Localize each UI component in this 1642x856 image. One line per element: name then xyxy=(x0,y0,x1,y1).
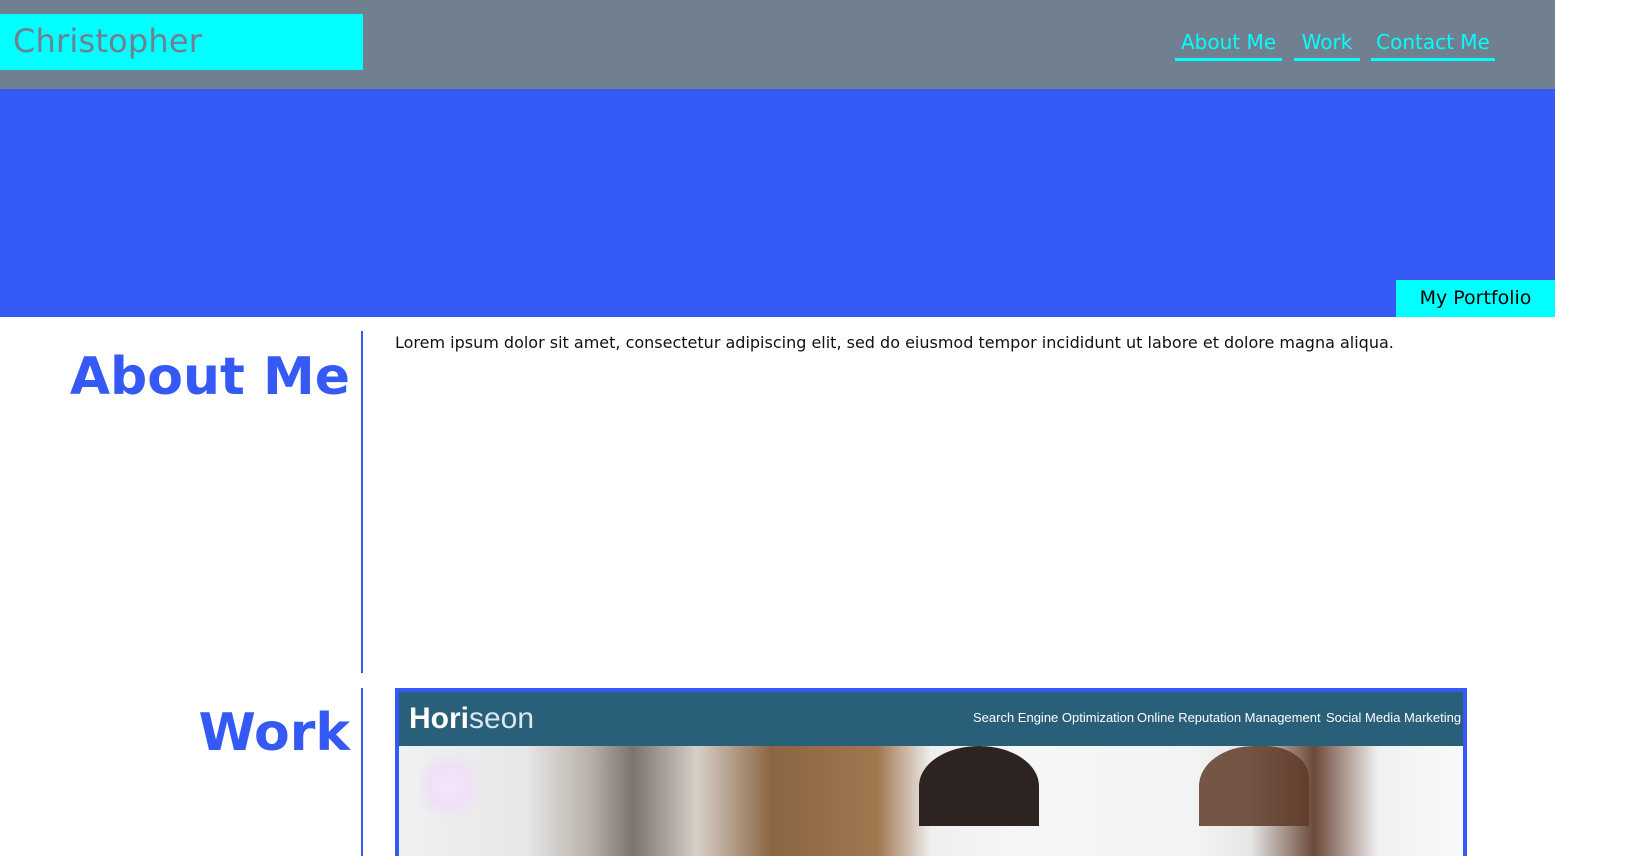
project-nav-item: Online Reputation Management xyxy=(1137,710,1321,725)
portfolio-page: Christopher About Me Work Contact Me My … xyxy=(0,0,1555,856)
portfolio-tag: My Portfolio xyxy=(1396,280,1555,317)
project-preview-photo xyxy=(399,746,1463,856)
project-preview-header: Horiseon Search Engine Optimization Onli… xyxy=(399,692,1463,746)
nav-link-work[interactable]: Work xyxy=(1294,28,1360,61)
photo-person-head xyxy=(919,746,1039,826)
about-text: Lorem ipsum dolor sit amet, consectetur … xyxy=(395,333,1394,352)
photo-person-head xyxy=(1199,746,1309,826)
nav-link-contact-me[interactable]: Contact Me xyxy=(1371,28,1495,61)
project-nav-item: Social Media Marketing xyxy=(1326,710,1462,725)
project-nav-item: Search Engine Optimization xyxy=(973,710,1135,725)
work-divider xyxy=(361,688,363,856)
project-logo-accent: seon xyxy=(469,702,535,735)
project-logo-main: Hori xyxy=(409,702,469,735)
site-name: Christopher xyxy=(13,22,203,60)
work-title: Work xyxy=(198,703,350,763)
nav-link-about-me[interactable]: About Me xyxy=(1175,28,1282,61)
project-card-horiseon[interactable]: Horiseon Search Engine Optimization Onli… xyxy=(395,688,1467,856)
about-divider xyxy=(361,331,363,673)
about-title: About Me xyxy=(69,347,350,407)
project-logo: Horiseon xyxy=(409,700,534,738)
photo-light-flare xyxy=(419,746,479,826)
site-header: Christopher About Me Work Contact Me xyxy=(0,0,1555,89)
hero-banner xyxy=(0,89,1555,317)
